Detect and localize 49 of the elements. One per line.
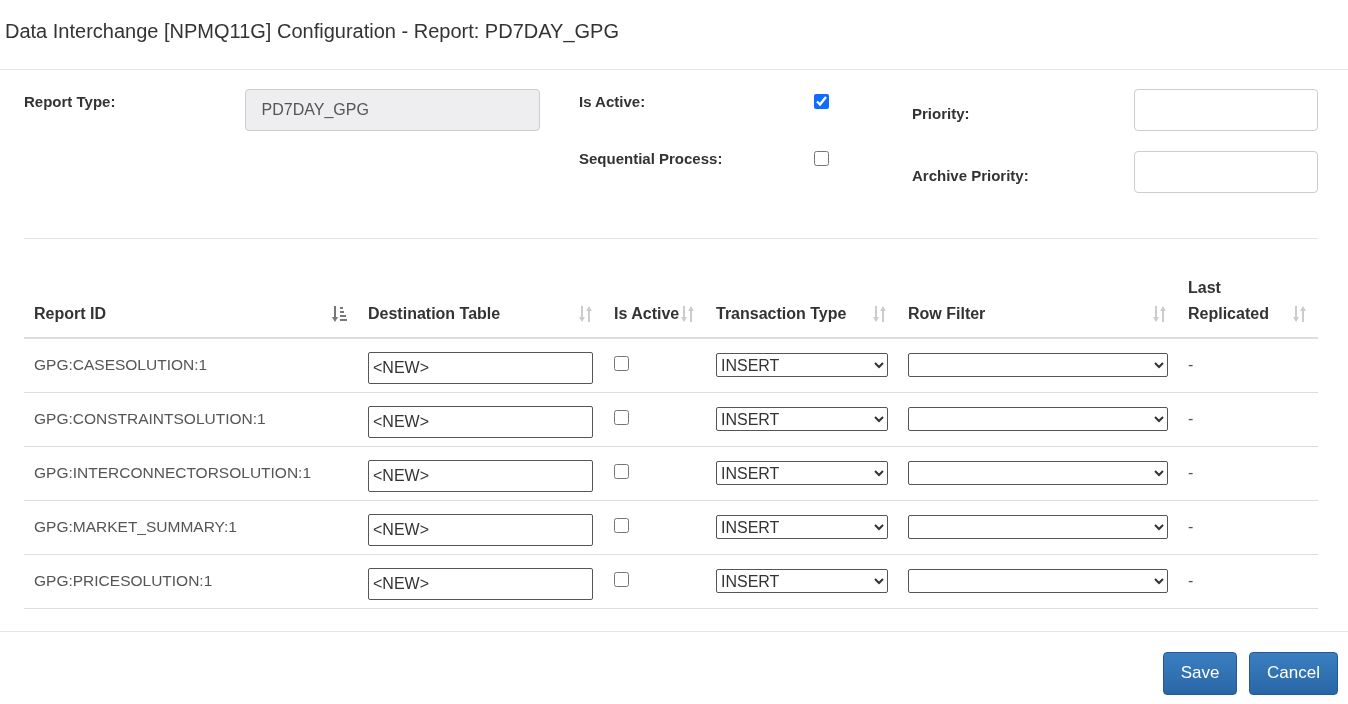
archive-priority-field[interactable] xyxy=(1134,151,1318,193)
table-cell: GPG:CASESOLUTION:1 xyxy=(34,356,208,374)
dialog-button[interactable]: Save xyxy=(1163,651,1237,695)
checkbox[interactable] xyxy=(814,94,829,109)
column-header[interactable]: Is Active xyxy=(614,301,680,327)
column-header[interactable]: Last Replicated xyxy=(1188,275,1292,327)
transaction-type-dropdown[interactable]: INSERT xyxy=(716,569,888,593)
row-filter-dropdown[interactable] xyxy=(908,461,1168,485)
field-label: Report Type: xyxy=(24,92,117,110)
transaction-type-dropdown[interactable]: INSERT xyxy=(716,461,888,485)
table-cell: - xyxy=(1188,356,1194,374)
dialog-button[interactable]: Cancel xyxy=(1249,651,1338,695)
table-cell: GPG:INTERCONNECTORSOLUTION:1 xyxy=(34,464,312,481)
field-label: Archive Priority: xyxy=(912,165,1030,184)
table-cell: - xyxy=(1188,572,1194,589)
field-label: Priority: xyxy=(912,103,971,122)
column-header[interactable]: Transaction Type xyxy=(716,301,847,327)
checkbox[interactable] xyxy=(614,463,629,479)
row-filter-dropdown[interactable] xyxy=(908,515,1168,539)
transaction-type-dropdown[interactable]: INSERT xyxy=(716,407,888,431)
sort-ascending-icon[interactable] xyxy=(332,305,348,323)
table-cell: - xyxy=(1188,464,1194,481)
checkbox[interactable] xyxy=(814,151,829,166)
checkbox[interactable] xyxy=(614,355,629,371)
destination-table-field[interactable]: <NEW> xyxy=(368,460,593,492)
column-header[interactable]: Row Filter xyxy=(908,301,986,327)
transaction-type-dropdown[interactable]: INSERT xyxy=(716,515,888,539)
destination-table-field[interactable]: <NEW> xyxy=(368,568,593,600)
table-cell: - xyxy=(1188,410,1194,427)
checkbox[interactable] xyxy=(614,571,629,587)
destination-table-field[interactable]: <NEW> xyxy=(368,406,593,438)
transaction-type-dropdown[interactable]: INSERT xyxy=(716,353,888,378)
destination-table-field[interactable]: <NEW> xyxy=(368,352,593,385)
field-label: Sequential Process: xyxy=(579,150,723,167)
column-header[interactable]: Destination Table xyxy=(368,301,501,327)
field-label: Is Active: xyxy=(579,93,646,110)
table-cell: GPG:MARKET_SUMMARY:1 xyxy=(34,518,237,535)
column-header[interactable]: Report ID xyxy=(34,301,106,327)
checkbox[interactable] xyxy=(614,517,629,533)
table-cell: GPG:PRICESOLUTION:1 xyxy=(34,572,213,589)
dialog-title: Data Interchange [NPMQ11G] Configuration - Report: PD7DAY_GPG xyxy=(0,0,1348,70)
priority-field[interactable] xyxy=(1134,89,1318,131)
table-cell: GPG:CONSTRAINTSOLUTION:1 xyxy=(34,410,266,427)
row-filter-dropdown[interactable] xyxy=(908,353,1168,378)
row-filter-dropdown[interactable] xyxy=(908,569,1168,593)
destination-table-field[interactable]: <NEW> xyxy=(368,514,593,546)
table-cell: - xyxy=(1188,518,1194,535)
row-filter-dropdown[interactable] xyxy=(908,407,1168,431)
checkbox[interactable] xyxy=(614,409,629,425)
